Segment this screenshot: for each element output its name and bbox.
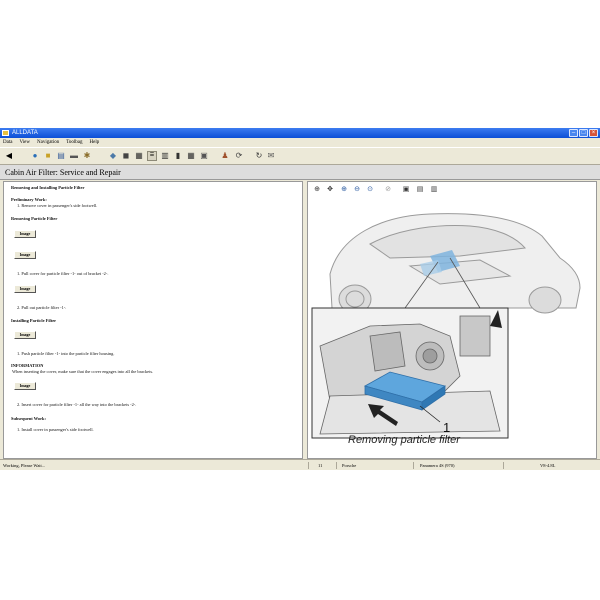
pause-icon[interactable]: ▮	[173, 151, 183, 161]
status-engine: V8-4.8L	[540, 463, 556, 468]
remove-step-1: 1. Pull cover for particle filter -1- ou…	[17, 271, 109, 276]
app-window: ALLDATA – □ × Data View Navigation Toolb…	[0, 128, 600, 470]
app-icon	[2, 130, 9, 136]
zoom-reset-icon[interactable]: ⊘	[383, 184, 393, 194]
table-icon[interactable]: ▦	[134, 151, 144, 161]
install-step-2: 2. Insert cover for particle filter -1- …	[17, 402, 137, 407]
image-button-5[interactable]: Image	[14, 382, 36, 390]
status-message: Working, Please Wait...	[3, 463, 46, 468]
info-title: INFORMATION	[11, 363, 44, 368]
prelim-step: 1. Remove cover in passenger's side foot…	[17, 203, 98, 208]
status-bar: Working, Please Wait... 11 Porsche Panam…	[0, 459, 600, 470]
table-icon-2[interactable]: ▦	[186, 151, 196, 161]
zoom-icon[interactable]: ⊕	[312, 184, 322, 194]
menu-toolbag[interactable]: Toolbag	[66, 138, 82, 147]
procedure-pane: Removing and Installing Particle Filter …	[3, 181, 303, 459]
camera-icon[interactable]: ◼	[121, 151, 131, 161]
close-button[interactable]: ×	[589, 129, 598, 137]
print-icon[interactable]: ▣	[199, 151, 209, 161]
zoom-out-icon[interactable]: ⊖	[352, 184, 362, 194]
car-icon[interactable]: ▬	[69, 151, 79, 161]
folder-icon[interactable]: ■	[43, 151, 53, 161]
repair-illustration: 1	[311, 213, 581, 439]
maximize-button[interactable]: □	[579, 129, 588, 137]
status-page: 11	[318, 463, 323, 468]
mail-icon[interactable]: ✉	[266, 151, 276, 161]
person-icon[interactable]: ♟	[220, 151, 230, 161]
window-title: ALLDATA	[12, 130, 38, 136]
back-arrow-icon[interactable]: ◀	[4, 151, 14, 161]
subsequent-step: 1. Install cover in passenger's side foo…	[17, 427, 94, 432]
status-make: Porsche	[342, 463, 357, 468]
menu-navigation[interactable]: Navigation	[37, 138, 59, 147]
image-button-3[interactable]: Image	[14, 285, 36, 293]
menu-view[interactable]: View	[19, 138, 30, 147]
procedure-heading: Removing and Installing Particle Filter	[11, 185, 85, 190]
image-button-4[interactable]: Image	[14, 331, 36, 339]
main-toolbar: ◀ ● ■ ▤ ▬ ✱ ◆ ◼ ▦ ☰ ▥ ▮ ▦ ▣ ♟ ⟳ ↻ ✉	[0, 147, 600, 165]
status-model: Panamera 4S (970)	[420, 463, 455, 468]
image-button-1[interactable]: Image	[14, 230, 36, 238]
book-icon[interactable]: ▤	[56, 151, 66, 161]
subsequent-title: Subsequent Work:	[11, 416, 46, 421]
image-pane: ⊕ ✥ ⊕ ⊖ ⊙ ⊘ ▣ ▤ ▥ 1 Removing particle fi…	[307, 181, 597, 459]
document-title: Cabin Air Filter: Service and Repair	[0, 165, 600, 180]
figure-caption: Removing particle filter	[348, 434, 460, 446]
prelim-title: Preliminary Work:	[11, 197, 47, 202]
info-text: When inserting the cover, make sure that…	[12, 369, 154, 374]
menu-help[interactable]: Help	[90, 138, 100, 147]
remove-step-2: 2. Pull out particle filter -1-.	[17, 305, 67, 310]
sync-icon[interactable]: ⟳	[234, 151, 244, 161]
pan-icon[interactable]: ✥	[325, 184, 335, 194]
installing-title: Installing Particle Filter	[11, 318, 57, 323]
refresh-icon[interactable]: ↻	[254, 151, 264, 161]
removing-title: Removing Particle Filter	[11, 216, 58, 221]
zoom-in-icon[interactable]: ⊕	[339, 184, 349, 194]
print-image-icon[interactable]: ▣	[401, 184, 411, 194]
drive-icon[interactable]: ◆	[108, 151, 118, 161]
image-button-2[interactable]: Image	[14, 251, 36, 259]
image-copy-icon[interactable]: ▥	[429, 184, 439, 194]
gear-icon[interactable]: ✱	[82, 151, 92, 161]
grid-icon[interactable]: ▥	[160, 151, 170, 161]
minimize-button[interactable]: –	[569, 129, 578, 137]
zoom-fit-icon[interactable]: ⊙	[365, 184, 375, 194]
menu-data[interactable]: Data	[3, 138, 12, 147]
image-save-icon[interactable]: ▤	[415, 184, 425, 194]
globe-icon[interactable]: ●	[30, 151, 40, 161]
title-bar: ALLDATA – □ ×	[0, 128, 600, 138]
menu-bar: Data View Navigation Toolbag Help	[0, 138, 600, 147]
install-step-1: 1. Push particle filter -1- into the par…	[17, 351, 115, 356]
image-toolbar: ⊕ ✥ ⊕ ⊖ ⊙ ⊘ ▣ ▤ ▥	[308, 182, 596, 196]
callout-number: 1	[443, 420, 450, 435]
list-icon[interactable]: ☰	[147, 151, 157, 161]
